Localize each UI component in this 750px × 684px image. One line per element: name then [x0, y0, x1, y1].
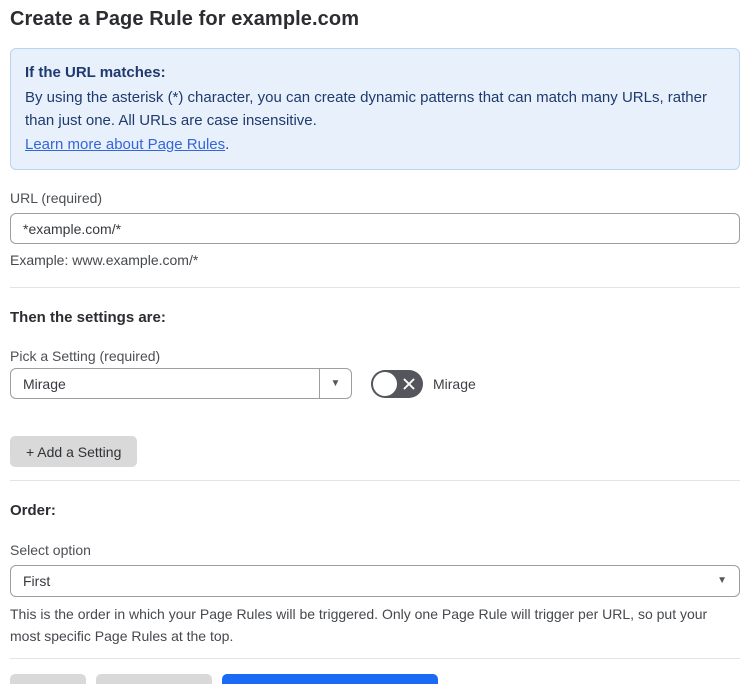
order-select-value: First — [23, 573, 51, 589]
save-as-draft-button[interactable]: Save as Draft — [95, 674, 213, 684]
toggle-knob — [373, 371, 397, 396]
info-box-body: By using the asterisk (*) character, you… — [25, 88, 707, 130]
mirage-toggle[interactable] — [371, 369, 423, 398]
settings-section-heading: Then the settings are: — [10, 309, 166, 326]
url-match-info-box: If the URL matches: By using the asteris… — [10, 48, 740, 170]
setting-row: Mirage ▼ Mirage — [10, 368, 740, 399]
url-input[interactable] — [10, 213, 740, 244]
info-box-link-line: Learn more about Page Rules. — [25, 133, 725, 157]
url-field-label: URL (required) — [10, 190, 103, 206]
setting-select[interactable]: Mirage ▼ — [10, 368, 352, 399]
order-select[interactable]: First ▼ — [10, 565, 740, 597]
divider — [10, 480, 740, 481]
order-section-heading: Order: — [10, 502, 56, 519]
link-suffix: . — [225, 135, 230, 153]
toggle-off-x-icon — [403, 378, 415, 389]
info-box-heading: If the URL matches: — [25, 64, 166, 81]
chevron-down-icon: ▼ — [330, 377, 341, 389]
divider — [10, 658, 740, 659]
setting-select-arrow-button[interactable]: ▼ — [319, 369, 351, 398]
setting-picker-label: Pick a Setting (required) — [10, 348, 161, 364]
footer-actions: Cancel Save as Draft Save and Deploy Pag… — [10, 674, 740, 684]
toggle-label: Mirage — [433, 375, 476, 392]
mirage-toggle-wrap: Mirage — [371, 369, 476, 398]
cancel-button[interactable]: Cancel — [10, 674, 86, 684]
learn-more-link[interactable]: Learn more about Page Rules — [25, 136, 225, 153]
order-select-label: Select option — [10, 542, 91, 558]
create-page-rule-form: Create a Page Rule for example.com If th… — [0, 0, 750, 684]
save-and-deploy-button[interactable]: Save and Deploy Page Rule — [222, 674, 439, 684]
url-example-helper: Example: www.example.com/* — [10, 252, 199, 268]
page-title: Create a Page Rule for example.com — [10, 8, 360, 30]
chevron-down-icon: ▼ — [717, 575, 727, 586]
setting-select-value: Mirage — [23, 375, 66, 392]
add-setting-button[interactable]: + Add a Setting — [10, 436, 138, 467]
divider — [10, 287, 740, 288]
order-helper-text: This is the order in which your Page Rul… — [10, 606, 708, 644]
